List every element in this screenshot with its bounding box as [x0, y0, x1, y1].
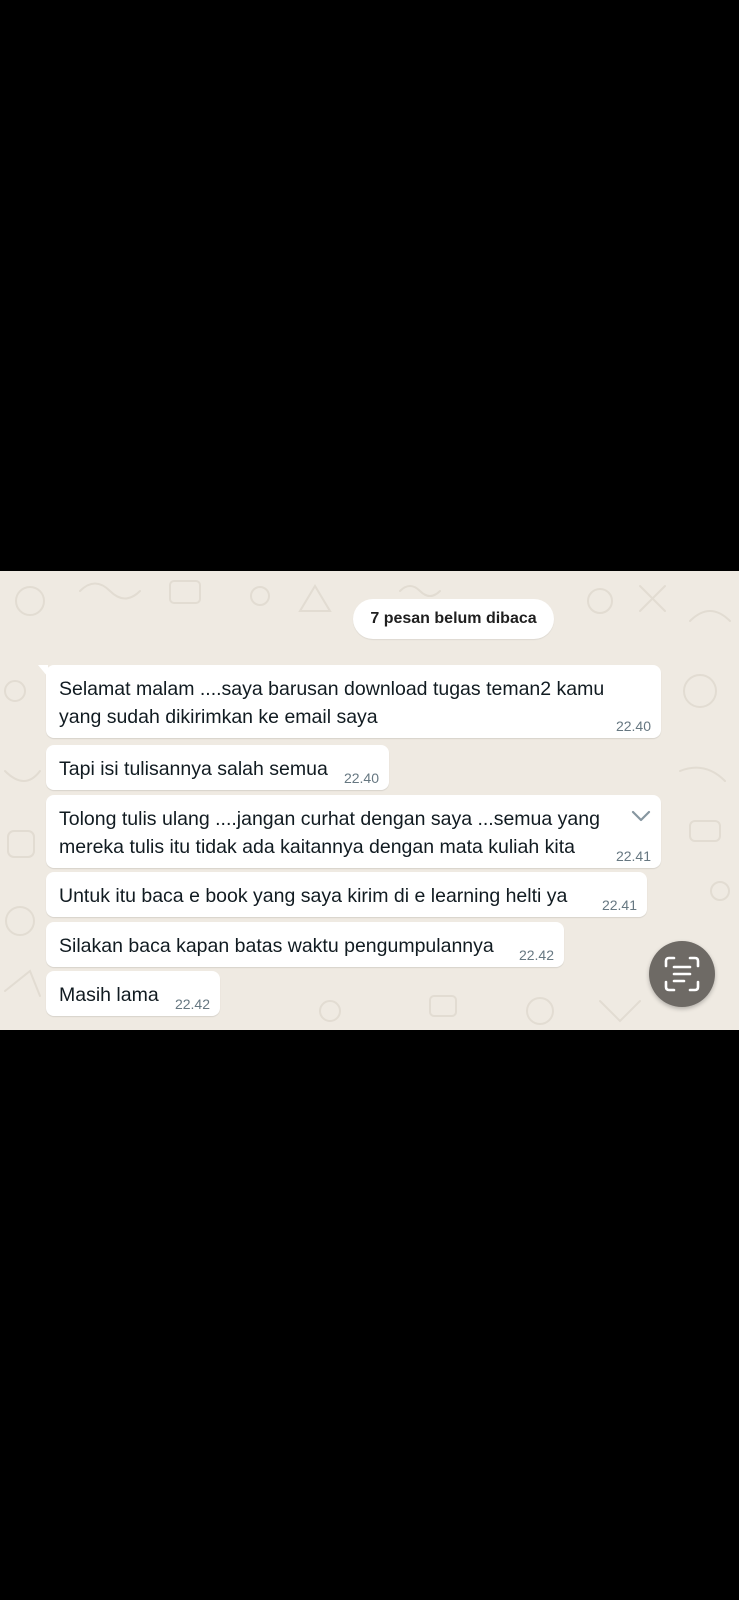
message-timestamp: 22.41 — [615, 848, 651, 864]
message-text: Silakan baca kapan batas waktu pengumpul… — [59, 935, 494, 957]
text-scan-button[interactable] — [649, 941, 715, 1007]
message-bubble[interactable]: Selamat malam ....saya barusan download … — [38, 665, 661, 738]
message-text: Untuk itu baca e book yang saya kirim di… — [59, 885, 568, 907]
message-bubble[interactable]: Silakan baca kapan batas waktu pengumpul… — [46, 922, 564, 967]
message-text: Selamat malam ....saya barusan download … — [59, 678, 605, 728]
message-timestamp: 22.40 — [615, 718, 651, 734]
message-timestamp: 22.41 — [601, 897, 637, 913]
message-bubble[interactable]: Tolong tulis ulang ....jangan curhat den… — [46, 795, 661, 868]
chevron-down-icon[interactable] — [631, 809, 651, 823]
message-timestamp: 22.42 — [174, 996, 210, 1012]
text-scan-icon — [664, 956, 700, 992]
message-text: Masih lama — [59, 984, 159, 1006]
message-timestamp: 22.42 — [518, 947, 554, 963]
unread-messages-banner: 7 pesan belum dibaca — [353, 599, 554, 639]
message-text: Tapi isi tulisannya salah semua — [59, 758, 328, 780]
message-bubble[interactable]: Masih lama 22.42 — [46, 971, 220, 1016]
message-text: Tolong tulis ulang ....jangan curhat den… — [59, 808, 600, 858]
message-bubble[interactable]: Untuk itu baca e book yang saya kirim di… — [46, 872, 647, 917]
message-timestamp: 22.40 — [343, 770, 379, 786]
message-bubble[interactable]: Tapi isi tulisannya salah semua 22.40 — [46, 745, 389, 790]
chat-area[interactable]: 7 pesan belum dibaca Selamat malam ....s… — [0, 571, 739, 1030]
